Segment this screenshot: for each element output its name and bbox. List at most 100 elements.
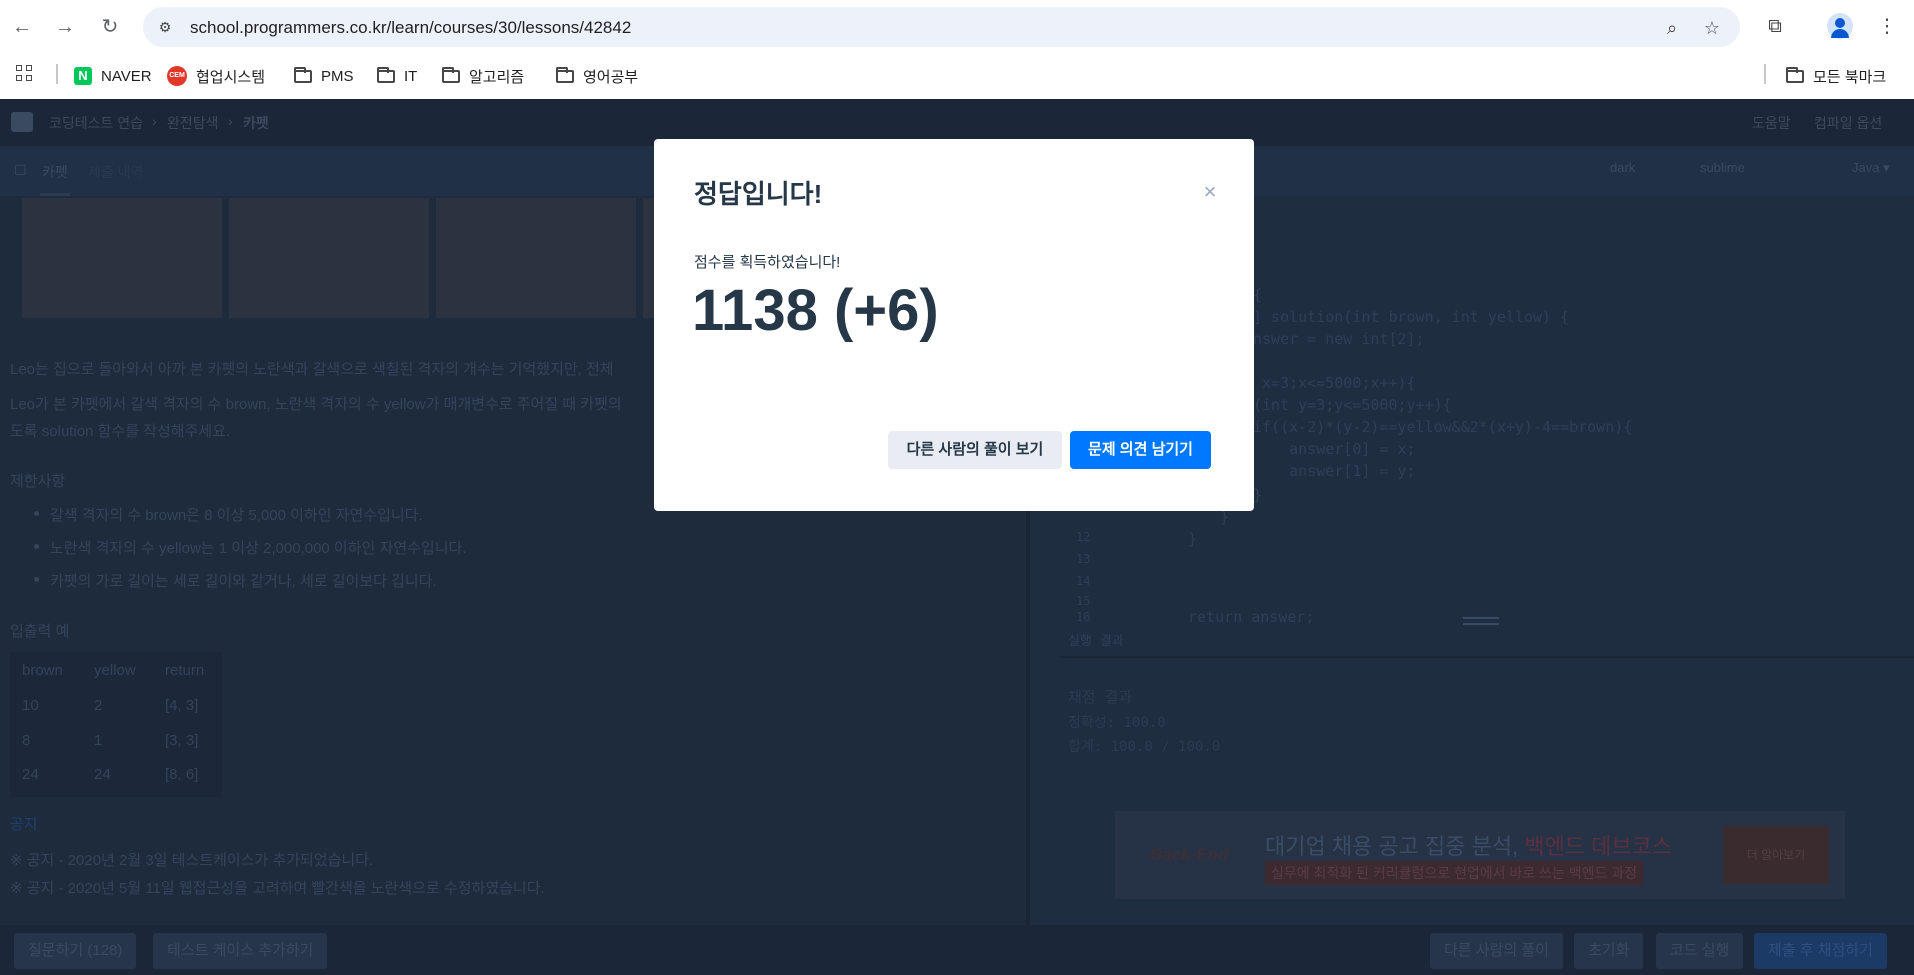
programmers-logo-icon [11, 112, 33, 132]
language-select[interactable]: Java ▾ [1852, 160, 1890, 176]
browser-toolbar: ← → ↻ ⚙ school.programmers.co.kr/learn/c… [0, 0, 1914, 54]
collab-icon: CEM [167, 66, 187, 86]
folder-icon [1786, 66, 1804, 83]
compile-options-link[interactable]: 컴파일 옵션 [1814, 113, 1882, 133]
bookmark-english[interactable]: 영어공부 [556, 65, 638, 87]
score-display: 1138 (+6) [692, 278, 939, 343]
bookmark-star-icon[interactable]: ☆ [1701, 17, 1723, 39]
bookmark-label: NAVER [101, 67, 152, 85]
bookmark-label: 영어공부 [583, 68, 639, 86]
table-cell: 24 [94, 766, 111, 783]
zoom-icon[interactable]: ⌕ [1661, 17, 1683, 39]
result-divider [1060, 656, 1914, 658]
back-arrow-icon[interactable]: ← [9, 14, 35, 40]
result-title: 채점 결과 [1068, 688, 1133, 706]
table-cell: [8, 6] [165, 766, 199, 783]
address-bar[interactable]: ⚙ school.programmers.co.kr/learn/courses… [143, 7, 1740, 47]
browser-chrome: ← → ↻ ⚙ school.programmers.co.kr/learn/c… [0, 0, 1914, 99]
bookmarks-separator [56, 64, 58, 84]
bookmark-collab[interactable]: CEM 협업시스템 [167, 65, 265, 87]
io-example-title: 입출력 예 [10, 623, 70, 640]
theme-select[interactable]: dark [1610, 160, 1635, 175]
leave-feedback-button[interactable]: 문제 의견 남기기 [1070, 431, 1211, 469]
description-paragraph: Leo는 집으로 돌아와서 아까 본 카펫의 노란색과 갈색으로 색칠된 격자의… [10, 361, 614, 378]
help-link[interactable]: 도움말 [1752, 113, 1791, 133]
tab-problem[interactable]: 카펫 [42, 162, 68, 182]
carpet-example-image [436, 198, 636, 318]
folder-icon [442, 66, 460, 83]
apps-grid-icon[interactable] [16, 65, 34, 83]
ask-question-button[interactable]: 질문하기 (128) [14, 933, 137, 969]
table-header: return [165, 662, 205, 679]
breadcrumb-item[interactable]: 코딩테스트 연습 [49, 113, 143, 133]
table-header: brown [22, 662, 63, 679]
naver-icon: N [74, 67, 92, 85]
run-code-button[interactable]: 코드 실행 [1656, 933, 1744, 969]
folder-icon [294, 66, 312, 83]
bookmark-label: IT [404, 67, 418, 85]
modal-subtitle: 점수를 획득하였습니다! [694, 254, 841, 271]
bookmark-label: 알고리즘 [469, 68, 525, 86]
tab-submissions[interactable]: 제출 내역 [88, 162, 143, 182]
breadcrumb-item[interactable]: 완전탐색 [167, 113, 219, 133]
description-paragraph: Leo가 본 카펫에서 갈색 격자의 수 brown, 노란색 격자의 수 ye… [10, 396, 622, 413]
forward-arrow-icon[interactable]: → [52, 14, 78, 40]
code-line: if((x-2)*(y-2)==yellow&&2*(x+y)-4==brown… [1253, 418, 1633, 436]
folder-icon [377, 66, 395, 83]
modal-title: 정답입니다! [694, 179, 823, 209]
keymap-select[interactable]: sublime [1700, 160, 1745, 175]
run-result-label: 실행 결과 [1068, 634, 1124, 649]
ad-title-prefix: 대기업 채용 공고 집중 분석, [1265, 834, 1525, 859]
bookmark-outline-icon[interactable]: ☐ [14, 162, 27, 179]
description-paragraph: 도록 solution 함수를 작성해주세요. [10, 423, 231, 440]
reset-button[interactable]: 초기화 [1574, 933, 1644, 969]
bookmark-naver[interactable]: N NAVER [74, 65, 152, 87]
table-cell: [3, 3] [165, 732, 199, 749]
constraints-title: 제한사항 [10, 473, 66, 490]
code-line: } [1188, 530, 1198, 548]
view-others-solutions-button[interactable]: 다른 사람의 풀이 보기 [888, 431, 1062, 469]
all-bookmarks-label: 모든 북마크 [1813, 68, 1887, 86]
all-bookmarks[interactable]: 모든 북마크 [1786, 65, 1886, 87]
table-cell: 8 [22, 732, 31, 749]
others-solutions-button[interactable]: 다른 사람의 풀이 [1430, 933, 1563, 969]
extensions-icon[interactable]: ⧉ [1762, 14, 1788, 40]
bookmarks-separator [1764, 64, 1766, 84]
line-number: 16 [1076, 610, 1091, 624]
table-cell: 1 [94, 732, 103, 749]
code-line: (int y=3;y<=5000;y++){ [1253, 396, 1452, 414]
line-number: 13 [1076, 552, 1091, 566]
bookmarks-bar [0, 54, 1914, 99]
profile-avatar[interactable] [1827, 13, 1853, 39]
bookmark-label: 협업시스템 [196, 68, 266, 86]
breadcrumb-current: 카펫 [243, 115, 269, 131]
carpet-example-image [229, 198, 429, 318]
table-cell: 24 [22, 766, 39, 783]
editor-resize-grip-icon[interactable] [1463, 617, 1499, 625]
site-info-icon[interactable]: ⚙ [155, 17, 175, 37]
line-number: 14 [1076, 574, 1091, 588]
ad-logo: Back-End [1150, 845, 1229, 864]
constraint-item: 카펫의 가로 길이는 세로 길이와 같거나, 세로 길이보다 깁니다. [34, 570, 437, 591]
reload-icon[interactable]: ↻ [97, 14, 123, 40]
table-cell: 10 [22, 697, 39, 714]
result-modal: 정답입니다! × 점수를 획득하였습니다! 1138 (+6) 다른 사람의 풀… [654, 139, 1254, 511]
add-testcase-button[interactable]: 테스트 케이스 추가하기 [153, 933, 328, 969]
bookmark-it[interactable]: IT [377, 65, 417, 87]
ad-title: 대기업 채용 공고 집중 분석, 백엔드 데브코스 [1265, 829, 1672, 861]
close-icon[interactable]: × [1197, 179, 1223, 205]
notice-title: 공지 [10, 816, 38, 833]
more-menu-icon[interactable]: ⋮ [1874, 14, 1900, 40]
code-line: ] solution(int brown, int yellow) { [1253, 308, 1570, 326]
bookmark-pms[interactable]: PMS [294, 65, 354, 87]
bookmark-label: PMS [321, 67, 354, 85]
url-text[interactable]: school.programmers.co.kr/learn/courses/3… [190, 18, 631, 38]
bookmark-algorithm[interactable]: 알고리즘 [442, 65, 524, 87]
code-line: x=3;x<=5000;x++){ [1253, 374, 1416, 392]
table-cell: [4, 3] [165, 697, 199, 714]
breadcrumb-chevron-icon: › [228, 113, 233, 129]
submit-button[interactable]: 제출 후 채점하기 [1754, 933, 1887, 969]
carpet-example-image [22, 198, 222, 318]
result-total: 합계: 100.0 / 100.0 [1068, 739, 1221, 755]
ad-learn-more-button[interactable]: 더 알아보기 [1723, 826, 1829, 884]
